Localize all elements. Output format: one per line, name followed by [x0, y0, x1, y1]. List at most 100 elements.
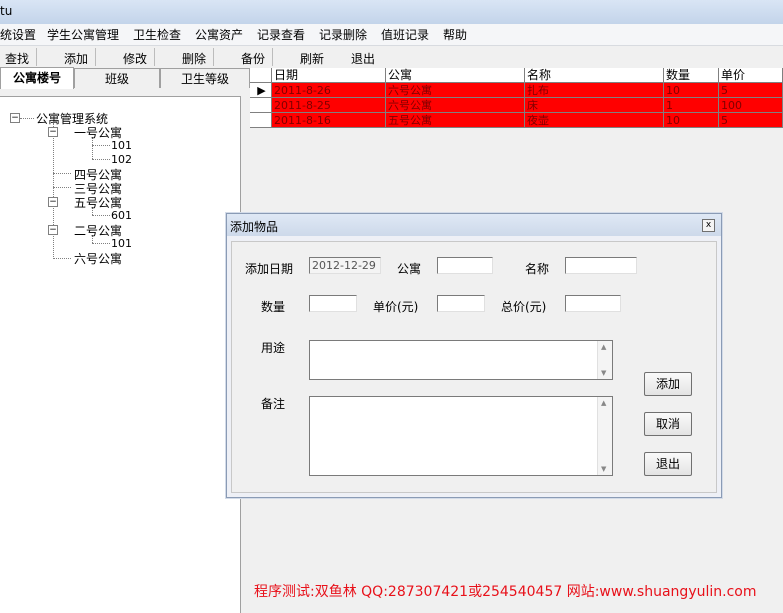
- table-cell[interactable]: 六号公寓: [386, 83, 525, 98]
- quantity-label: 数量: [261, 300, 286, 314]
- grid-header-quantity[interactable]: 数量: [664, 68, 719, 83]
- table-cell[interactable]: 扎布: [525, 83, 664, 98]
- dialog-exit-button[interactable]: 退出: [644, 452, 692, 476]
- quantity-field[interactable]: [309, 295, 357, 312]
- tree-node-room-102[interactable]: 102: [111, 153, 132, 166]
- menu-duty-record[interactable]: 值班记录: [381, 26, 429, 43]
- unit-price-field[interactable]: [437, 295, 485, 312]
- tree-collapse-icon[interactable]: −: [48, 127, 58, 137]
- scroll-up-icon[interactable]: ▲: [601, 399, 606, 407]
- dialog-title-bar: 添加物品 x: [227, 214, 721, 236]
- table-cell[interactable]: 5: [719, 113, 783, 128]
- tree-line: [53, 173, 71, 174]
- unit-price-label: 单价(元): [373, 300, 419, 314]
- menu-bar: 统设置 学生公寓管理 卫生检查 公寓资产 记录查看 记录删除 值班记录 帮助: [0, 24, 783, 46]
- grid-corner: [250, 68, 272, 83]
- scrollbar[interactable]: ▲ ▼: [597, 341, 612, 379]
- table-cell[interactable]: 夜壶: [525, 113, 664, 128]
- table-cell[interactable]: 五号公寓: [386, 113, 525, 128]
- menu-hygiene-check[interactable]: 卫生检查: [133, 26, 181, 43]
- total-price-label: 总价(元): [501, 300, 547, 314]
- scroll-up-icon[interactable]: ▲: [601, 343, 606, 351]
- close-icon[interactable]: x: [702, 219, 715, 232]
- apartment-label: 公寓: [397, 262, 422, 276]
- tree-line: [92, 145, 110, 146]
- table-cell[interactable]: 5: [719, 83, 783, 98]
- tree-line: [92, 243, 110, 244]
- remark-textarea[interactable]: ▲ ▼: [309, 396, 613, 476]
- dialog-body: 添加日期 2012-12-29 公寓 名称 数量 单价(元) 总价(元) 用途 …: [231, 241, 717, 493]
- tree-node-room-101[interactable]: 101: [111, 139, 132, 152]
- tree-node-room-601[interactable]: 601: [111, 209, 132, 222]
- tab-hygiene-level[interactable]: 卫生等级: [160, 68, 250, 88]
- table-cell[interactable]: 2011-8-26: [272, 83, 386, 98]
- date-label: 添加日期: [245, 262, 294, 276]
- row-header[interactable]: [250, 98, 272, 113]
- menu-record-delete[interactable]: 记录删除: [319, 26, 367, 43]
- grid-header-name[interactable]: 名称: [525, 68, 664, 83]
- total-price-field[interactable]: [565, 295, 621, 312]
- scrollbar[interactable]: ▲ ▼: [597, 397, 612, 475]
- menu-dorm-management[interactable]: 学生公寓管理: [47, 26, 119, 43]
- table-cell[interactable]: 100: [719, 98, 783, 113]
- tree-line: [53, 123, 54, 259]
- tree-line: [20, 118, 34, 119]
- exit-button[interactable]: 退出: [351, 50, 375, 67]
- tree-node-room-101b[interactable]: 101: [111, 237, 132, 250]
- add-item-dialog: 添加物品 x 添加日期 2012-12-29 公寓 名称 数量 单价(元) 总价…: [226, 213, 722, 498]
- name-field[interactable]: [565, 257, 637, 274]
- toolbar-separator: [95, 48, 96, 66]
- table-cell[interactable]: 10: [664, 113, 719, 128]
- apartment-field[interactable]: [437, 257, 493, 274]
- toolbar-separator: [154, 48, 155, 66]
- table-cell[interactable]: 六号公寓: [386, 98, 525, 113]
- menu-dorm-assets[interactable]: 公寓资产: [195, 26, 243, 43]
- grid-header-apartment[interactable]: 公寓: [386, 68, 525, 83]
- tree-line: [92, 215, 110, 216]
- delete-button[interactable]: 删除: [182, 50, 206, 67]
- usage-label: 用途: [261, 341, 286, 355]
- toolbar-separator: [213, 48, 214, 66]
- tab-dorm-building[interactable]: 公寓楼号: [0, 67, 74, 89]
- remark-label: 备注: [261, 397, 286, 411]
- edit-button[interactable]: 修改: [123, 50, 147, 67]
- usage-textarea[interactable]: ▲ ▼: [309, 340, 613, 380]
- dorm-tree: − − − − 公寓管理系统 一号公寓 101 102 四号公寓 三号公寓 五号…: [0, 96, 241, 613]
- dialog-add-button[interactable]: 添加: [644, 372, 692, 396]
- tree-collapse-icon[interactable]: −: [48, 197, 58, 207]
- menu-help[interactable]: 帮助: [443, 26, 467, 43]
- scroll-down-icon[interactable]: ▼: [601, 465, 606, 473]
- tab-class[interactable]: 班级: [74, 68, 160, 88]
- tree-node-building-6[interactable]: 六号公寓: [74, 250, 122, 267]
- add-button[interactable]: 添加: [64, 50, 88, 67]
- tree-line: [53, 187, 71, 188]
- refresh-button[interactable]: 刷新: [300, 50, 324, 67]
- row-indicator[interactable]: ▶: [250, 83, 272, 98]
- toolbar: 查找 添加 修改 删除 备份 刷新 退出: [0, 46, 783, 68]
- grid-header-date[interactable]: 日期: [272, 68, 386, 83]
- table-cell[interactable]: 2011-8-25: [272, 98, 386, 113]
- dialog-title: 添加物品: [230, 220, 279, 234]
- dialog-cancel-button[interactable]: 取消: [644, 412, 692, 436]
- tree-line: [92, 159, 110, 160]
- menu-record-view[interactable]: 记录查看: [257, 26, 305, 43]
- tree-collapse-icon[interactable]: −: [10, 113, 20, 123]
- window-title: tu: [0, 4, 13, 18]
- row-header[interactable]: [250, 113, 272, 128]
- backup-button[interactable]: 备份: [241, 50, 265, 67]
- tree-collapse-icon[interactable]: −: [48, 225, 58, 235]
- table-cell[interactable]: 1: [664, 98, 719, 113]
- scroll-down-icon[interactable]: ▼: [601, 369, 606, 377]
- name-label: 名称: [525, 262, 550, 276]
- menu-system-settings[interactable]: 统设置: [0, 26, 36, 43]
- footer-credit: 程序测试:双鱼林 QQ:287307421或254540457 网站:www.s…: [254, 584, 757, 600]
- date-field[interactable]: 2012-12-29: [309, 257, 381, 274]
- grid-header-unit-price[interactable]: 单价: [719, 68, 783, 83]
- toolbar-separator: [36, 48, 37, 66]
- table-cell[interactable]: 2011-8-16: [272, 113, 386, 128]
- table-cell[interactable]: 床: [525, 98, 664, 113]
- tree-line: [53, 258, 71, 259]
- window-title-bar: tu: [0, 0, 783, 25]
- find-button[interactable]: 查找: [5, 50, 29, 67]
- table-cell[interactable]: 10: [664, 83, 719, 98]
